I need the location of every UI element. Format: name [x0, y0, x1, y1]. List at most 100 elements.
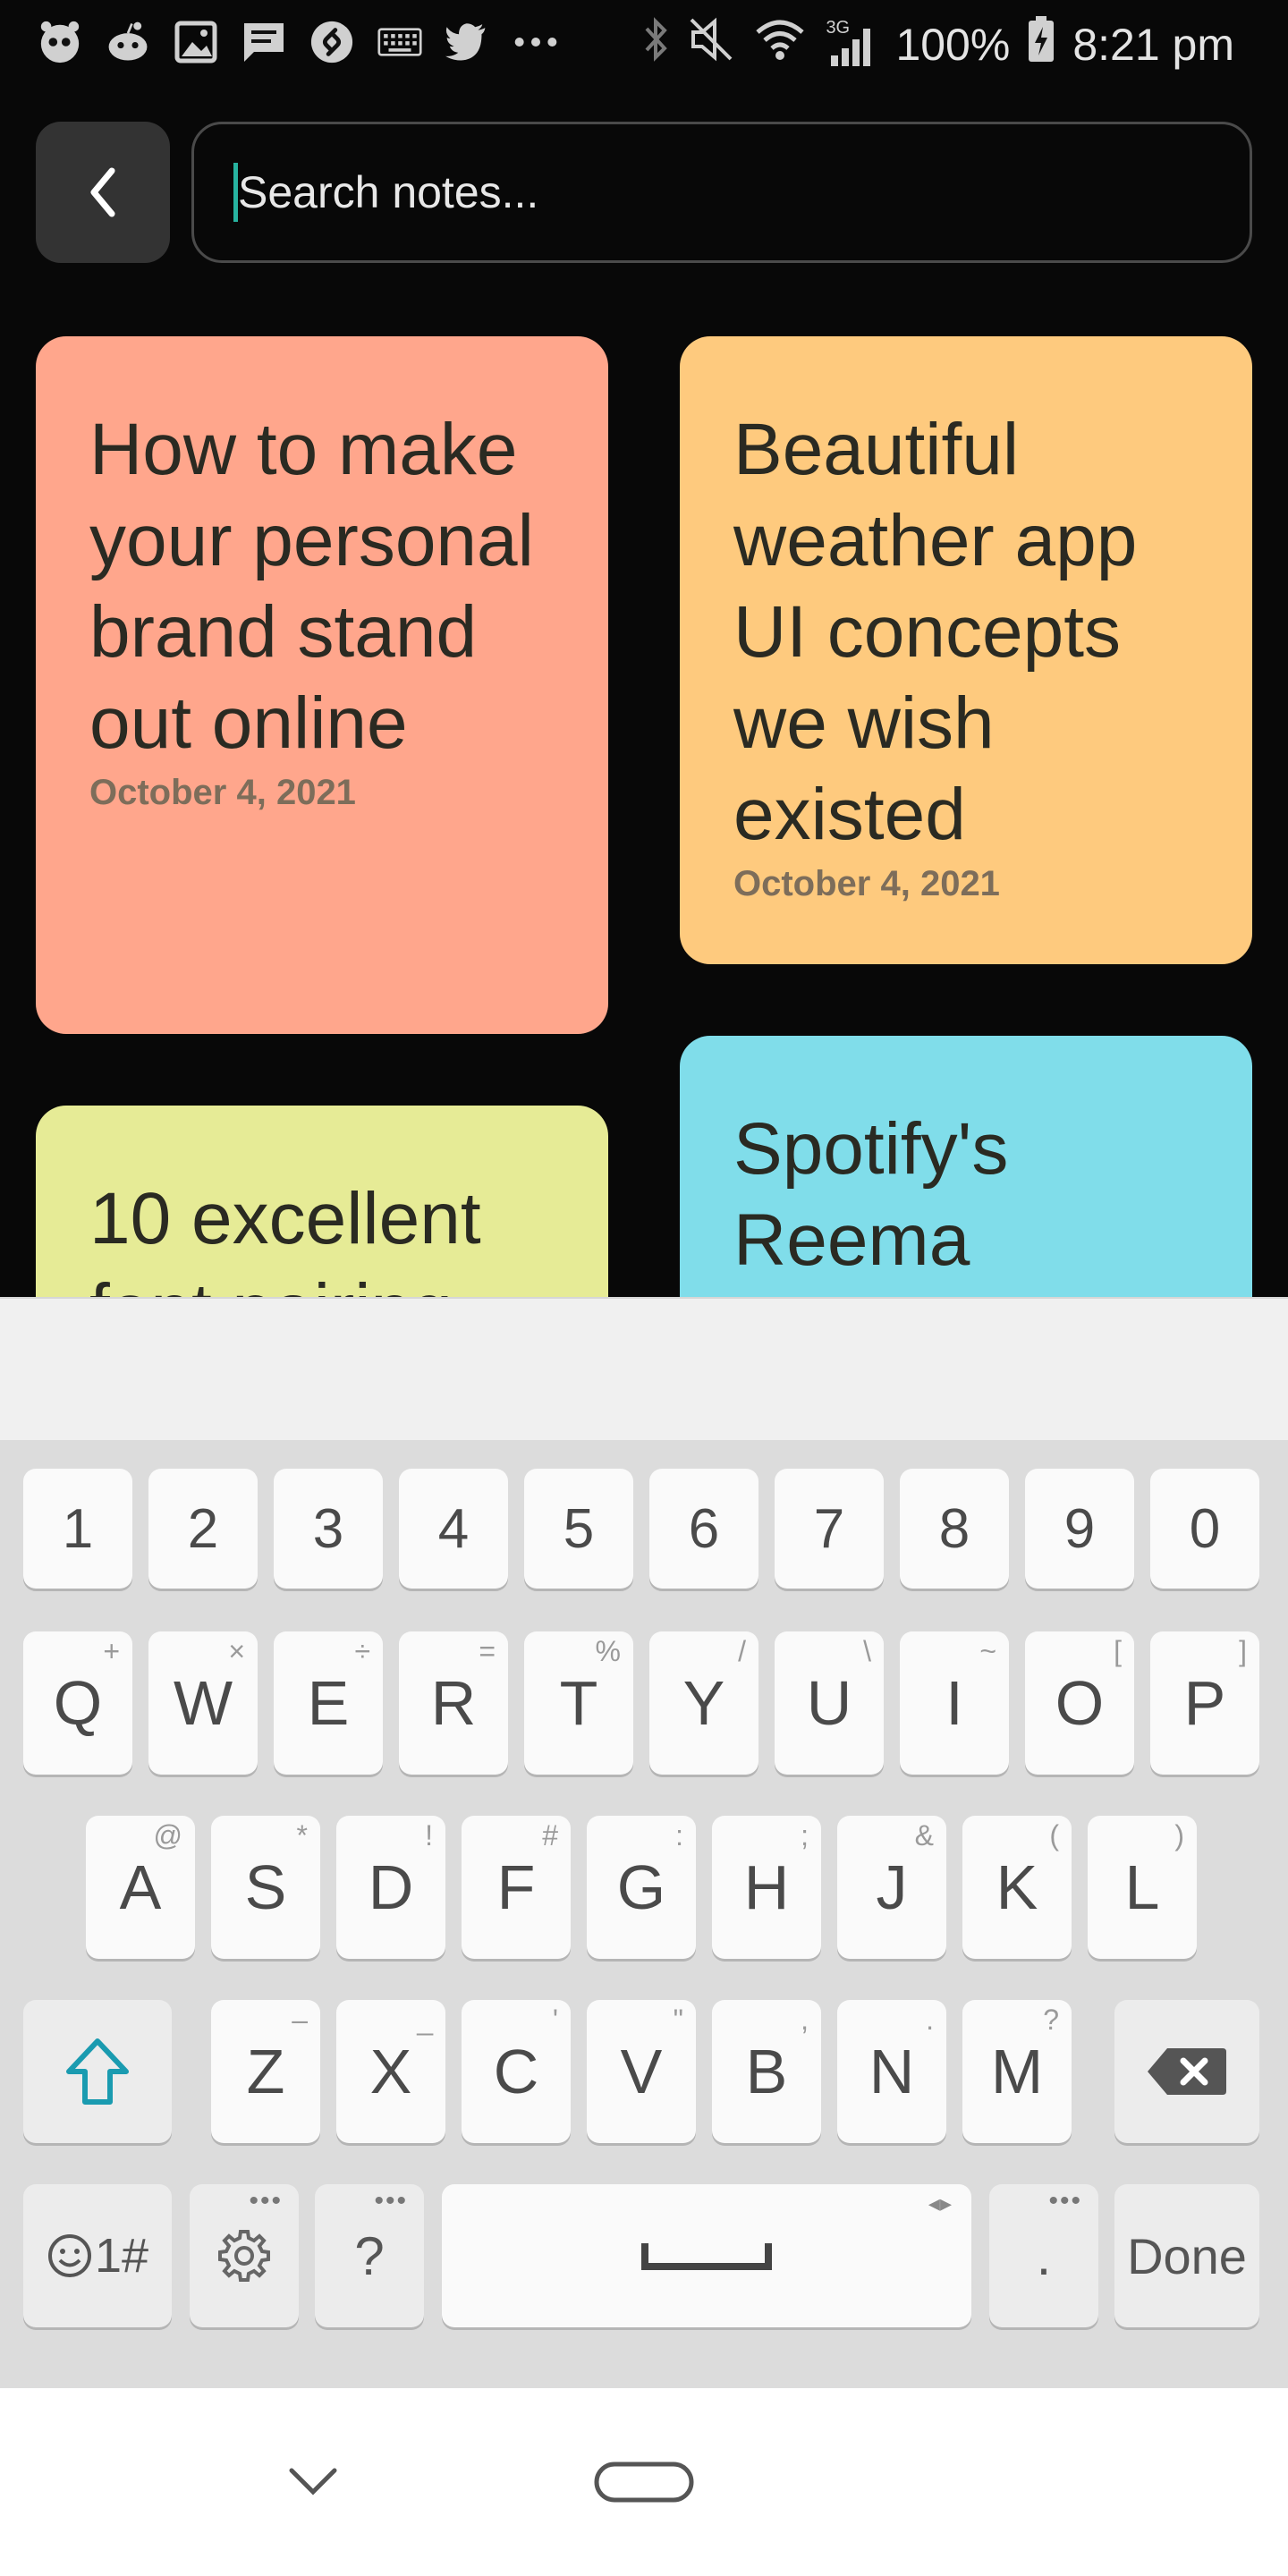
note-title: How to make your personal brand stand ou…: [89, 409, 534, 764]
note-card[interactable]: Beautiful weather app UI concepts we wis…: [680, 336, 1252, 964]
note-card[interactable]: How to make your personal brand stand ou…: [36, 336, 608, 1034]
key-alt-label: %: [595, 1635, 621, 1667]
key-alt-label: –: [292, 2004, 308, 2036]
key-label: R: [430, 1668, 477, 1738]
key-p[interactable]: ] P: [1150, 1631, 1259, 1775]
key-label: 9: [1063, 1497, 1096, 1560]
home-button-icon[interactable]: [594, 2462, 694, 2503]
key-s[interactable]: * S: [211, 1816, 320, 1959]
key-o[interactable]: [O: [1025, 1631, 1134, 1775]
key-f[interactable]: # F: [462, 1816, 571, 1959]
key-alt-label: @: [153, 1819, 182, 1852]
keyboard-suggestion-bar: [0, 1297, 1288, 1440]
settings-key[interactable]: •••: [190, 2184, 299, 2327]
key-n[interactable]: .N: [837, 2000, 946, 2143]
key-label: W: [173, 1668, 233, 1738]
more-dots-icon: •••: [249, 2186, 283, 2216]
key-t[interactable]: % T: [524, 1631, 633, 1775]
key-c[interactable]: ' C: [462, 2000, 571, 2143]
more-dots-icon: •••: [1048, 2186, 1082, 2216]
key-label: H: [743, 1852, 790, 1922]
key-label: L: [1124, 1852, 1160, 1922]
chevron-left-icon: [90, 167, 115, 217]
shift-key[interactable]: [23, 2000, 172, 2143]
key-label: 1#: [94, 2229, 149, 2283]
key-k[interactable]: (K: [962, 1816, 1072, 1959]
key-3[interactable]: 3: [274, 1469, 383, 1589]
key-alt-label: ~: [979, 1635, 996, 1667]
key-q[interactable]: + Q: [23, 1631, 132, 1775]
key-alt-label: ]: [1239, 1635, 1247, 1667]
space-key[interactable]: ◂▸: [442, 2184, 971, 2327]
key-6[interactable]: 6: [649, 1469, 758, 1589]
key-alt-label: !: [425, 1819, 433, 1852]
key-9[interactable]: 9: [1025, 1469, 1134, 1589]
key-8[interactable]: 8: [900, 1469, 1009, 1589]
key-label: X: [369, 2037, 412, 2106]
key-m[interactable]: ? M: [962, 2000, 1072, 2143]
backspace-key[interactable]: [1114, 2000, 1259, 2143]
key-label: 5: [563, 1497, 595, 1560]
hide-keyboard-chevron-icon[interactable]: [288, 2465, 338, 2497]
note-date: October 4, 2021: [89, 773, 356, 812]
key-7[interactable]: 7: [775, 1469, 884, 1589]
period-key[interactable]: ••• .: [989, 2184, 1098, 2327]
key-y[interactable]: / Y: [649, 1631, 758, 1775]
key-u[interactable]: \ U: [775, 1631, 884, 1775]
question-key[interactable]: ••• ?: [315, 2184, 424, 2327]
search-box[interactable]: [191, 122, 1252, 263]
key-4[interactable]: 4: [399, 1469, 508, 1589]
cursor-arrows-icon: ◂▸: [928, 2190, 952, 2216]
note-title: Beautiful weather app UI concepts we wis…: [733, 409, 1138, 855]
key-alt-label: ": [673, 2004, 683, 2036]
key-alt-label: _: [417, 2004, 433, 2036]
key-alt-label: [: [1114, 1635, 1122, 1667]
key-alt-label: *: [296, 1819, 308, 1852]
gear-icon: [218, 2230, 270, 2282]
key-label: K: [996, 1852, 1038, 1922]
emoji-symbols-key[interactable]: 1#: [23, 2184, 172, 2327]
key-e[interactable]: ÷ E: [274, 1631, 383, 1775]
backspace-icon: [1148, 2048, 1226, 2095]
key-alt-label: +: [103, 1635, 120, 1667]
key-z[interactable]: – Z: [211, 2000, 320, 2143]
key-l[interactable]: ) L: [1088, 1816, 1197, 1959]
note-card[interactable]: 10 excellent font pairing: [36, 1106, 608, 1297]
done-key[interactable]: Done: [1114, 2184, 1259, 2327]
key-alt-label: ): [1174, 1819, 1184, 1852]
key-d[interactable]: ! D: [336, 1816, 445, 1959]
key-i[interactable]: ~ I: [900, 1631, 1009, 1775]
key-label: U: [806, 1668, 852, 1738]
key-label: T: [559, 1668, 598, 1738]
shift-arrow-icon: [66, 2038, 129, 2105]
key-x[interactable]: _ X: [336, 2000, 445, 2143]
key-label: G: [616, 1852, 666, 1922]
key-alt-label: &: [914, 1819, 934, 1852]
key-r[interactable]: = R: [399, 1631, 508, 1775]
key-h[interactable]: ; H: [712, 1816, 821, 1959]
back-button[interactable]: [36, 122, 170, 263]
key-0[interactable]: 0: [1150, 1469, 1259, 1589]
note-card[interactable]: Spotify's Reema: [680, 1036, 1252, 1297]
key-label: .: [1036, 2225, 1052, 2286]
key-label: Q: [53, 1668, 103, 1738]
navigation-bar: [0, 2388, 1288, 2576]
key-w[interactable]: × W: [148, 1631, 258, 1775]
key-5[interactable]: 5: [524, 1469, 633, 1589]
key-v[interactable]: " V: [587, 2000, 696, 2143]
key-label: 6: [688, 1497, 720, 1560]
key-j[interactable]: & J: [837, 1816, 946, 1959]
key-label: M: [990, 2037, 1044, 2106]
key-label: J: [876, 1852, 908, 1922]
search-input[interactable]: [238, 166, 1132, 218]
key-g[interactable]: :G: [587, 1816, 696, 1959]
key-2[interactable]: 2: [148, 1469, 258, 1589]
key-label: B: [745, 2037, 788, 2106]
key-b[interactable]: ,B: [712, 2000, 821, 2143]
key-1[interactable]: 1: [23, 1469, 132, 1589]
key-label: S: [244, 1852, 287, 1922]
key-alt-label: ': [552, 2004, 558, 2036]
smiley-icon: [47, 2234, 91, 2277]
key-a[interactable]: @ A: [86, 1816, 195, 1959]
key-label: D: [368, 1852, 414, 1922]
